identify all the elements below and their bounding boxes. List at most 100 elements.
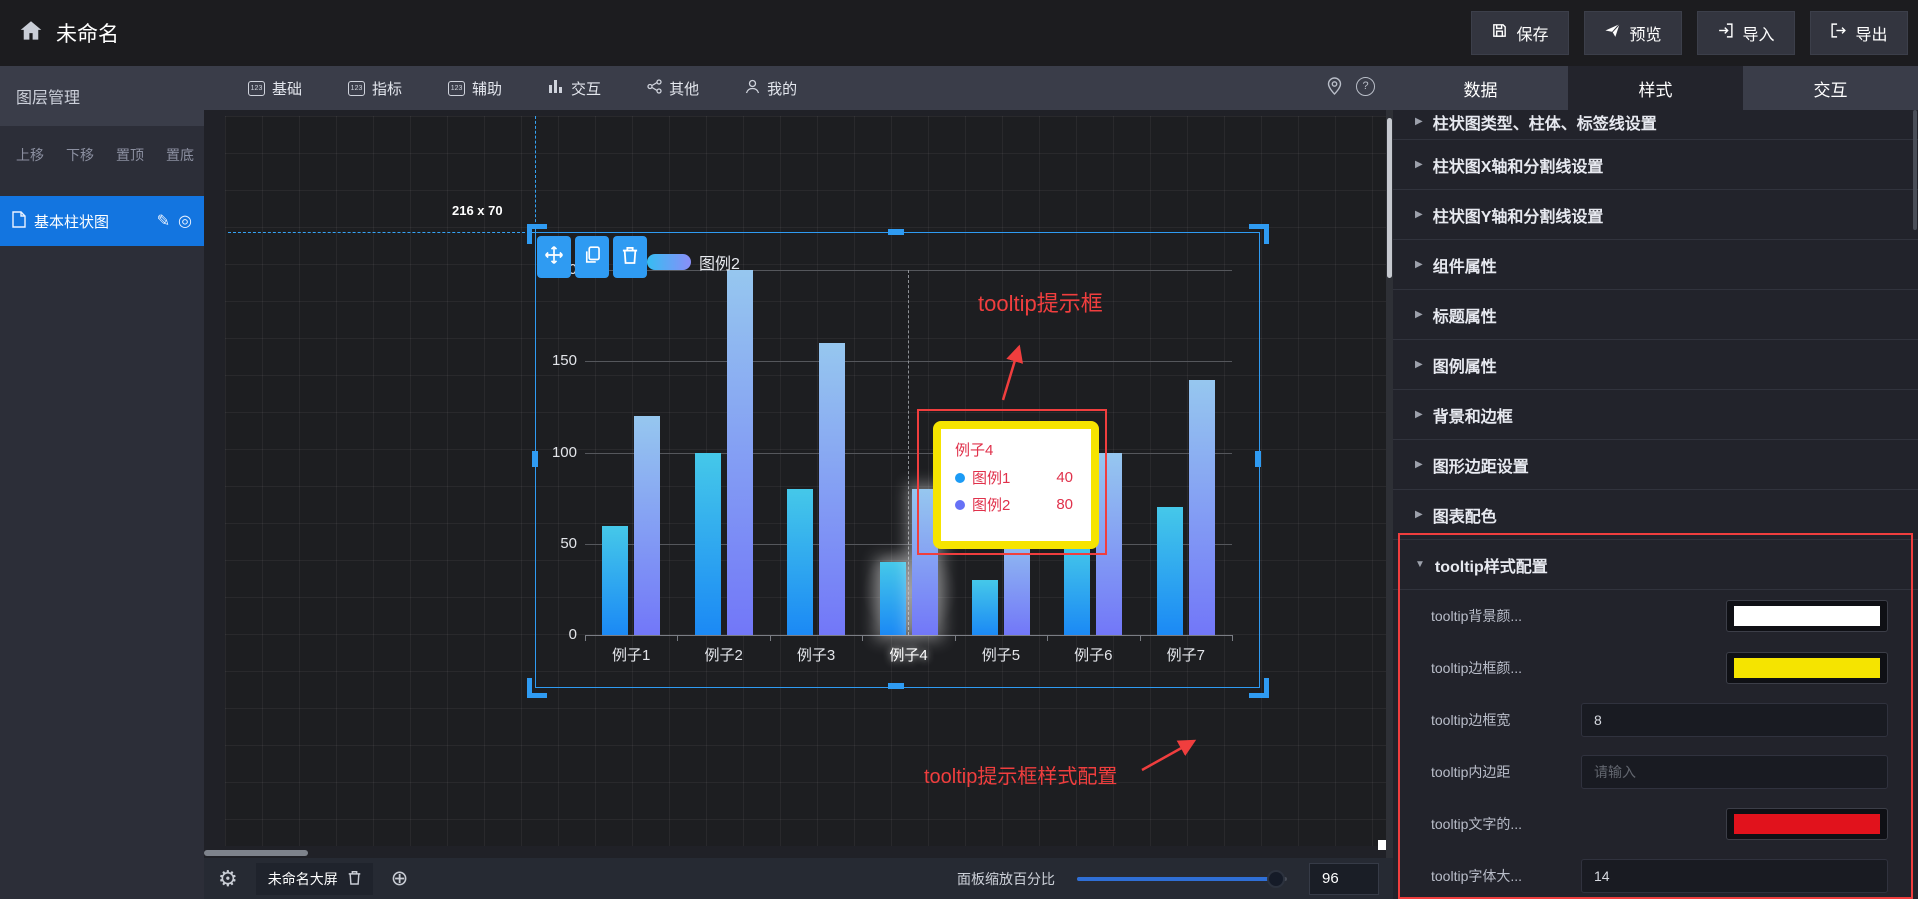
add-screen-icon[interactable]: ⊕ — [391, 868, 409, 889]
chart-tooltip: 例子4 图例1 40 图例2 80 — [933, 421, 1099, 549]
color-swatch-white[interactable] — [1726, 600, 1888, 632]
chart-legend[interactable]: 图例2 — [647, 250, 740, 274]
x-axis-tick — [955, 635, 956, 641]
bar-图例1-例子3[interactable] — [787, 489, 813, 635]
padding-input[interactable] — [1581, 755, 1888, 789]
field-tooltip-font-size: tooltip字体大... — [1393, 850, 1918, 899]
tab-interact[interactable]: 交互 — [1743, 66, 1918, 110]
x-axis-label: 例子5 — [961, 644, 1041, 665]
tab-interaction[interactable]: 交互 — [548, 78, 601, 99]
tab-data[interactable]: 数据 — [1393, 66, 1568, 110]
share-nodes-icon — [647, 79, 662, 98]
selection-handle-right[interactable] — [1255, 451, 1261, 467]
section-title[interactable]: ▶ 标题属性 — [1393, 290, 1918, 340]
tab-indicator[interactable]: 123 指标 — [348, 78, 402, 99]
field-tooltip-padding: tooltip内边距 — [1393, 746, 1918, 798]
color-swatch-red[interactable] — [1726, 808, 1888, 840]
border-width-input[interactable] — [1581, 703, 1888, 737]
layer-item-basic-bar[interactable]: 基本柱状图 ✎ ◎ — [0, 196, 204, 246]
selection-handle-top[interactable] — [888, 229, 904, 235]
move-button[interactable] — [537, 236, 571, 278]
bar-图例1-例子5[interactable] — [972, 580, 998, 635]
horizontal-scrollbar[interactable] — [204, 850, 308, 856]
bar-图例1-例子2[interactable] — [695, 453, 721, 636]
move-down-button[interactable]: 下移 — [66, 145, 94, 165]
move-icon — [544, 245, 564, 270]
x-axis-tick — [862, 635, 863, 641]
selection-handle-bottom[interactable] — [888, 683, 904, 689]
tab-mine[interactable]: 我的 — [745, 78, 797, 99]
export-button[interactable]: 导出 — [1810, 11, 1908, 55]
annotation-label-config: tooltip提示框样式配置 — [924, 760, 1117, 789]
field-tooltip-border-color: tooltip边框颜... — [1393, 642, 1918, 694]
collapsed-caret-icon: ▶ — [1415, 209, 1423, 220]
zoom-slider-knob[interactable] — [1267, 870, 1285, 888]
config-panel-tabs: 数据 样式 交互 — [1393, 66, 1918, 110]
snap-guide-horizontal — [228, 232, 535, 233]
font-size-input[interactable] — [1581, 859, 1888, 893]
collapsed-caret-icon: ▶ — [1415, 359, 1423, 370]
annotation-label-tooltip: tooltip提示框 — [978, 286, 1103, 318]
send-back-button[interactable]: 置底 — [166, 145, 194, 165]
section-background[interactable]: ▶ 背景和边框 — [1393, 390, 1918, 440]
tab-other[interactable]: 其他 — [647, 78, 699, 99]
bar-chart-icon — [548, 79, 564, 97]
app-window: 未命名 保存 预览 导入 导出 图层管理 上移 下移 置顶 — [0, 0, 1918, 899]
section-colors[interactable]: ▶ 图表配色 — [1393, 490, 1918, 540]
preview-button[interactable]: 预览 — [1584, 11, 1682, 55]
bar-图例2-例子3[interactable] — [819, 343, 845, 635]
settings-gear-icon[interactable]: ⚙ — [218, 868, 238, 890]
help-icon[interactable]: ? — [1356, 77, 1375, 96]
selection-size-label: 216 x 70 — [452, 203, 503, 218]
preview-icon — [1604, 22, 1621, 44]
expanded-caret-icon: ▼ — [1415, 559, 1425, 570]
collapsed-caret-icon: ▶ — [1415, 259, 1423, 270]
x-axis-tick — [770, 635, 771, 641]
section-bar-type[interactable]: ▶ 柱状图类型、柱体、标签线设置 — [1393, 110, 1918, 140]
edit-icon[interactable]: ✎ — [157, 211, 170, 231]
move-up-button[interactable]: 上移 — [16, 145, 44, 165]
bar-图例1-例子6[interactable] — [1064, 544, 1090, 635]
bar-图例2-例子2[interactable] — [727, 270, 753, 635]
bar-图例1-例子7[interactable] — [1157, 507, 1183, 635]
copy-button[interactable] — [575, 236, 609, 278]
x-axis-label: 例子4 — [869, 644, 949, 665]
zoom-slider[interactable] — [1077, 877, 1287, 881]
tab-basic[interactable]: 123 基础 — [248, 78, 302, 99]
import-button[interactable]: 导入 — [1697, 11, 1795, 55]
bar-图例2-例子7[interactable] — [1189, 380, 1215, 636]
tooltip-title: 例子4 — [955, 439, 1091, 460]
user-icon — [745, 79, 760, 98]
section-component[interactable]: ▶ 组件属性 — [1393, 240, 1918, 290]
x-axis-label: 例子1 — [591, 644, 671, 665]
visibility-icon[interactable]: ◎ — [178, 211, 192, 231]
top-bar: 未命名 保存 预览 导入 导出 — [0, 0, 1918, 66]
color-swatch-yellow[interactable] — [1726, 652, 1888, 684]
section-margin[interactable]: ▶ 图形边距设置 — [1393, 440, 1918, 490]
section-tooltip-style[interactable]: ▼ tooltip样式配置 — [1393, 540, 1918, 590]
save-button[interactable]: 保存 — [1471, 11, 1569, 55]
x-axis-tick — [1232, 635, 1233, 641]
home-icon[interactable] — [18, 18, 46, 46]
bar-图例1-例子4[interactable] — [880, 562, 906, 635]
section-yaxis[interactable]: ▶ 柱状图Y轴和分割线设置 — [1393, 190, 1918, 240]
section-legend[interactable]: ▶ 图例属性 — [1393, 340, 1918, 390]
tab-auxiliary[interactable]: 123 辅助 — [448, 78, 502, 99]
selection-handle-left[interactable] — [532, 451, 538, 467]
delete-button[interactable] — [613, 236, 647, 278]
section-xaxis[interactable]: ▶ 柱状图X轴和分割线设置 — [1393, 140, 1918, 190]
bar-图例2-例子6[interactable] — [1096, 453, 1122, 636]
number-widget-icon: 123 — [448, 81, 465, 96]
widget-float-toolbar — [537, 236, 647, 278]
bar-图例1-例子1[interactable] — [602, 526, 628, 636]
zoom-value-input[interactable] — [1309, 863, 1379, 895]
trash-icon[interactable] — [348, 870, 361, 888]
y-axis-label: 0 — [533, 626, 577, 643]
bar-图例2-例子1[interactable] — [634, 416, 660, 635]
location-pin-icon[interactable] — [1327, 77, 1342, 99]
vertical-scrollbar[interactable] — [1387, 118, 1392, 278]
screen-name-chip[interactable]: 未命名大屏 — [256, 863, 373, 895]
bring-front-button[interactable]: 置顶 — [116, 145, 144, 165]
tab-style[interactable]: 样式 — [1568, 66, 1743, 110]
panel-scrollbar[interactable] — [1913, 110, 1917, 230]
